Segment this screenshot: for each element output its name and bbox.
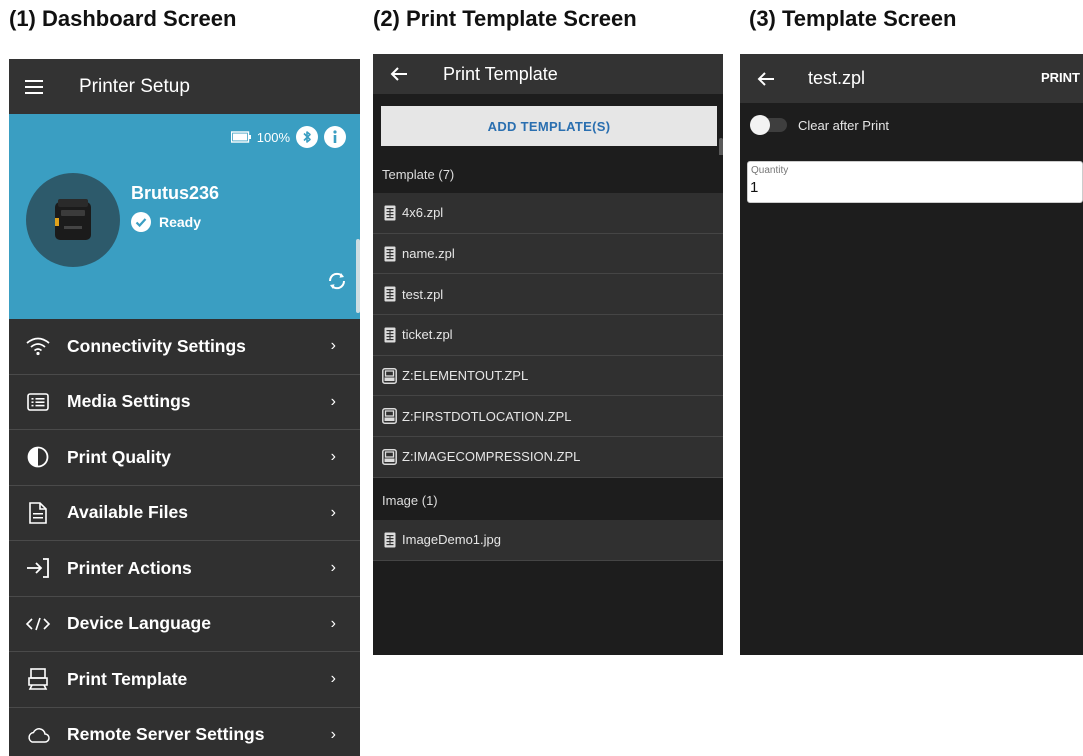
file-name: 4x6.zpl (402, 205, 444, 221)
grid-file-icon (381, 326, 398, 344)
menu-item-device-language[interactable]: Device Language › (9, 596, 360, 652)
file-name: name.zpl (402, 246, 455, 262)
printer-device-icon (52, 196, 94, 244)
menu-item-printer-actions[interactable]: Printer Actions › (9, 541, 360, 597)
printer-file-icon (381, 448, 398, 466)
list-icon (9, 375, 67, 430)
enter-icon (9, 541, 67, 596)
file-icon (9, 486, 67, 541)
menu-item-label: Remote Server Settings (67, 724, 265, 745)
list-item[interactable]: ticket.zpl (373, 315, 723, 356)
clear-after-print-toggle[interactable] (750, 115, 787, 135)
menu-item-label: Device Language (67, 613, 211, 634)
menu-item-media-settings[interactable]: Media Settings › (9, 374, 360, 430)
app-title: Printer Setup (79, 75, 190, 97)
printer-file-icon (381, 407, 398, 425)
grid-file-icon (381, 204, 398, 222)
app-bar: Printer Setup (9, 59, 360, 114)
chevron-right-icon: › (330, 337, 336, 355)
add-template-button[interactable]: ADD TEMPLATE(S) (381, 106, 717, 146)
settings-menu: Connectivity Settings › Media Settings ›… (9, 319, 360, 756)
printer-status-label: Ready (159, 214, 202, 230)
menu-item-print-template[interactable]: Print Template › (9, 652, 360, 708)
template-section-header: Template (7) (373, 155, 723, 193)
back-arrow-icon[interactable] (740, 54, 792, 103)
list-item[interactable]: name.zpl (373, 233, 723, 275)
grid-file-icon (381, 531, 398, 549)
dashboard-screen: Printer Setup 100% Brutus236 Ready Conne… (9, 59, 360, 756)
template-heading: (3) Template Screen (749, 6, 957, 31)
chevron-right-icon: › (330, 559, 336, 577)
app-bar: Print Template (373, 54, 723, 94)
screen-title: test.zpl (808, 68, 866, 88)
chevron-right-icon: › (330, 392, 336, 410)
template-icon (9, 652, 67, 707)
chevron-right-icon: › (330, 503, 336, 521)
file-name: ImageDemo1.jpg (402, 532, 501, 548)
menu-item-available-files[interactable]: Available Files › (9, 485, 360, 541)
list-item[interactable]: 4x6.zpl (373, 193, 723, 234)
grid-file-icon (381, 285, 398, 303)
printer-file-icon (381, 367, 398, 385)
chevron-right-icon: › (330, 448, 336, 466)
print-button[interactable]: PRINT (1041, 70, 1080, 85)
list-item[interactable]: Z:IMAGECOMPRESSION.ZPL (373, 437, 723, 478)
list-item[interactable]: Z:ELEMENTOUT.ZPL (373, 355, 723, 397)
battery-percent: 100% (256, 129, 290, 145)
menu-item-remote-server-settings[interactable]: Remote Server Settings › (9, 707, 360, 756)
toggle-label: Clear after Print (798, 117, 890, 133)
dashboard-heading: (1) Dashboard Screen (9, 6, 237, 31)
template-screen: test.zpl PRINT Clear after Print Quantit… (740, 54, 1083, 655)
menu-item-label: Print Quality (67, 446, 172, 467)
battery-icon (230, 131, 251, 143)
file-name: Z:IMAGECOMPRESSION.ZPL (402, 449, 581, 465)
quantity-field: Quantity (747, 161, 1083, 203)
printer-avatar (26, 173, 120, 267)
grid-file-icon (381, 245, 398, 263)
list-item[interactable]: test.zpl (373, 274, 723, 316)
cloud-icon (9, 708, 67, 756)
app-bar: test.zpl PRINT (740, 54, 1083, 103)
list-item[interactable]: ImageDemo1.jpg (373, 520, 723, 561)
file-name: ticket.zpl (402, 327, 453, 343)
menu-item-label: Connectivity Settings (67, 335, 246, 356)
menu-item-connectivity-settings[interactable]: Connectivity Settings › (9, 319, 360, 375)
chevron-right-icon: › (330, 725, 336, 743)
menu-item-label: Printer Actions (67, 557, 192, 578)
menu-item-print-quality[interactable]: Print Quality › (9, 430, 360, 486)
hamburger-menu-icon[interactable] (9, 59, 61, 114)
template-list: 4x6.zpl name.zpl test.zpl ticket.zpl Z:E… (373, 193, 723, 478)
scroll-indicator[interactable] (356, 239, 360, 313)
quantity-label: Quantity (751, 165, 789, 176)
print-template-screen: Print Template ADD TEMPLATE(S) Template … (373, 54, 723, 655)
clear-after-print-row: Clear after Print (740, 112, 1083, 138)
chevron-right-icon: › (330, 614, 336, 632)
code-icon (9, 597, 67, 652)
bluetooth-icon[interactable] (296, 126, 318, 148)
contrast-icon (9, 430, 67, 485)
printer-status-row: 100% (230, 126, 346, 148)
image-section-header: Image (1) (373, 481, 723, 519)
print-template-heading: (2) Print Template Screen (373, 6, 637, 31)
chevron-right-icon: › (330, 670, 336, 688)
refresh-icon[interactable] (326, 270, 348, 292)
menu-item-label: Print Template (67, 668, 188, 689)
file-name: test.zpl (402, 286, 444, 302)
list-item[interactable]: Z:FIRSTDOTLOCATION.ZPL (373, 396, 723, 438)
menu-item-label: Available Files (67, 502, 188, 523)
check-circle-icon (131, 212, 151, 232)
file-name: Z:ELEMENTOUT.ZPL (402, 368, 529, 384)
toggle-knob (750, 115, 770, 135)
printer-name: Brutus236 (131, 183, 220, 203)
menu-item-label: Media Settings (67, 391, 191, 412)
wifi-icon (9, 319, 67, 374)
image-list: ImageDemo1.jpg (373, 520, 723, 561)
file-name: Z:FIRSTDOTLOCATION.ZPL (402, 408, 572, 424)
printer-status: Ready (131, 212, 201, 232)
back-arrow-icon[interactable] (373, 54, 425, 94)
quantity-input[interactable] (750, 179, 1070, 196)
info-icon[interactable] (324, 126, 346, 148)
screen-title: Print Template (443, 63, 558, 84)
